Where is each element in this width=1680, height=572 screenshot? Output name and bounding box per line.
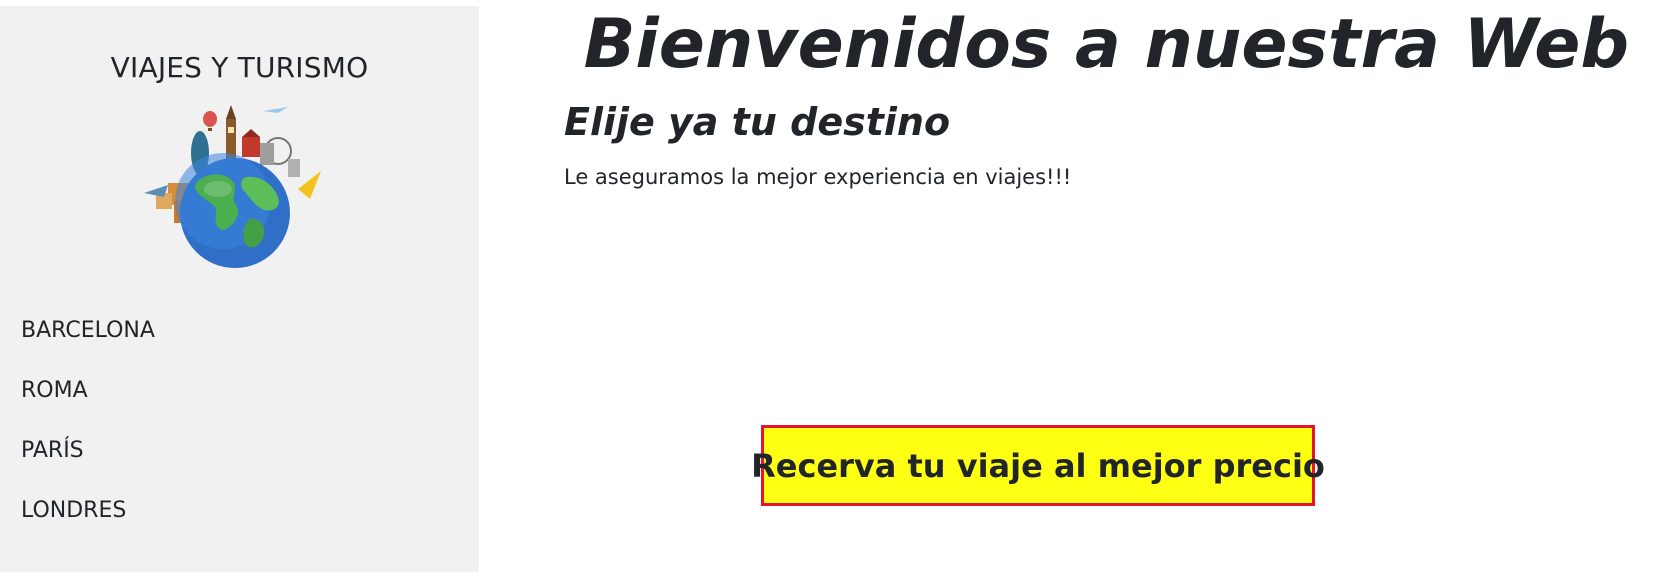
nav-item-londres[interactable]: LONDRES xyxy=(21,496,155,556)
sidebar: VIAJES Y TURISMO BARCELONA ROMA PARÍS LO… xyxy=(0,6,479,572)
nav-item-paris[interactable]: PARÍS xyxy=(21,436,155,496)
nav-item-roma[interactable]: ROMA xyxy=(21,376,155,436)
destination-nav: BARCELONA ROMA PARÍS LONDRES xyxy=(21,316,155,556)
page-title: Bienvenidos a nuestra Web xyxy=(583,5,1629,84)
page-subtitle: Elije ya tu destino xyxy=(564,100,951,144)
brand-title: VIAJES Y TURISMO xyxy=(110,51,369,84)
tagline-text: Le aseguramos la mejor experiencia en vi… xyxy=(564,165,1072,189)
globe xyxy=(175,153,290,268)
book-trip-button[interactable]: Recerva tu viaje al mejor precio xyxy=(751,425,1325,506)
nav-item-barcelona[interactable]: BARCELONA xyxy=(21,316,155,376)
globe-logo-icon xyxy=(144,105,321,268)
